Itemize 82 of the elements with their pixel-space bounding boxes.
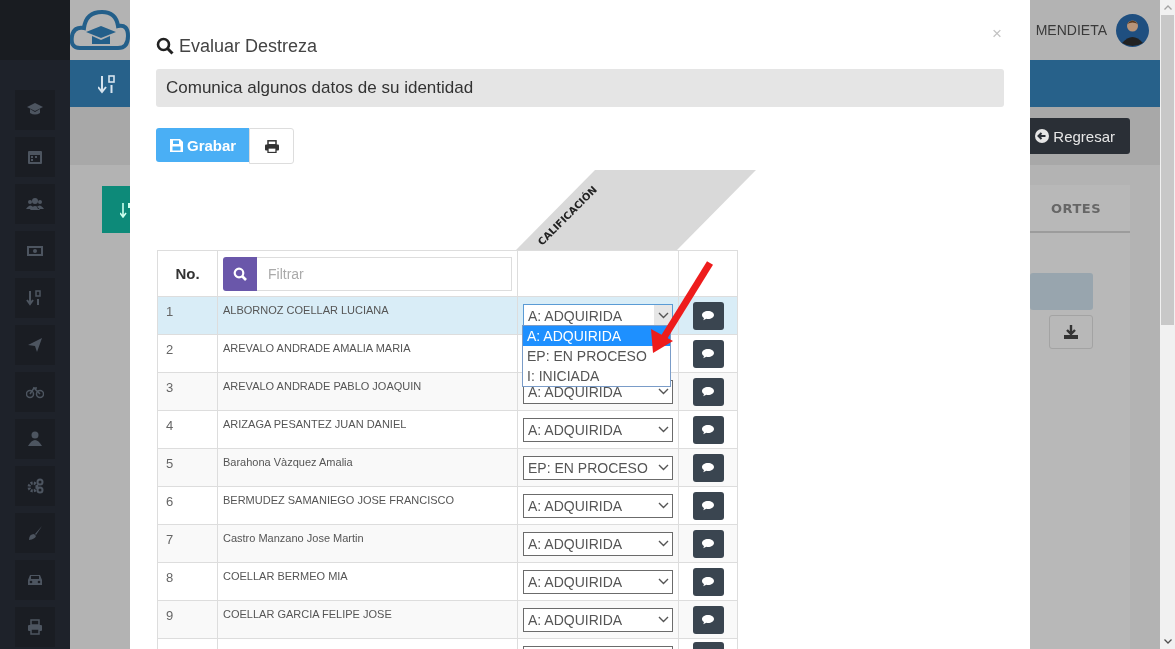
gears-icon bbox=[26, 477, 44, 495]
row-number: 6 bbox=[157, 486, 218, 525]
chevron-down-icon bbox=[657, 426, 669, 433]
speech-bubble-icon bbox=[702, 386, 714, 397]
student-name: COELLAR BERMEO MIA bbox=[217, 562, 518, 601]
grade-select[interactable]: EP: EN PROCESO bbox=[523, 455, 673, 480]
chevron-down-icon bbox=[657, 464, 669, 471]
grade-select[interactable]: A: ADQUIRIDA bbox=[523, 531, 673, 556]
search-button[interactable] bbox=[223, 256, 257, 291]
student-row[interactable]: 4 ARIZAGA PESANTEZ JUAN DANIEL A: ADQUIRIDA bbox=[157, 410, 738, 449]
chevron-down-icon bbox=[657, 502, 669, 509]
student-row[interactable]: 9 COELLAR GARCIA FELIPE JOSE A: ADQUIRIDA bbox=[157, 600, 738, 639]
avatar-icon[interactable] bbox=[1116, 13, 1149, 47]
student-name: Castro Manzano Jose Martin bbox=[217, 524, 518, 563]
print-button[interactable] bbox=[249, 128, 295, 164]
row-number: 7 bbox=[157, 524, 218, 563]
grade-select[interactable]: A: ADQUIRIDA bbox=[523, 303, 673, 328]
column-heading: No. bbox=[175, 264, 200, 282]
scrollbar-thumb[interactable] bbox=[1161, 15, 1174, 325]
chevron-down-icon bbox=[657, 616, 669, 623]
users-icon bbox=[26, 195, 44, 213]
student-row[interactable]: 7 Castro Manzano Jose Martin A: ADQUIRIDA bbox=[157, 524, 738, 563]
skill-banner: Comunica algunos datos de su identidad bbox=[156, 69, 1004, 107]
student-name: COELLAR GARCIA FELIPE JOSE bbox=[217, 600, 518, 639]
row-number: 8 bbox=[157, 562, 218, 601]
speech-bubble-icon bbox=[702, 500, 714, 511]
printer-icon bbox=[264, 139, 279, 153]
comment-button[interactable] bbox=[692, 339, 724, 368]
speech-bubble-icon bbox=[702, 424, 714, 435]
grade-select[interactable]: A: ADQUIRIDA bbox=[523, 607, 673, 632]
speech-bubble-icon bbox=[702, 310, 714, 321]
row-number: 9 bbox=[157, 600, 218, 639]
comment-button[interactable] bbox=[692, 529, 724, 558]
user-icon bbox=[26, 430, 44, 448]
speech-bubble-icon bbox=[702, 614, 714, 625]
sort-icon bbox=[120, 201, 132, 218]
grade-select[interactable]: A: ADQUIRIDA bbox=[523, 569, 673, 594]
sort-icon bbox=[26, 289, 44, 307]
row-number: 3 bbox=[157, 372, 218, 411]
comment-button[interactable] bbox=[692, 415, 724, 444]
student-name: AREVALO ANDRADE PABLO JOAQUIN bbox=[217, 372, 518, 411]
chevron-down-icon bbox=[657, 578, 669, 585]
chevron-down-icon bbox=[657, 540, 669, 547]
comment-button[interactable] bbox=[692, 605, 724, 634]
speech-bubble-icon bbox=[702, 576, 714, 587]
comment-button[interactable] bbox=[692, 567, 724, 596]
row-number: 4 bbox=[157, 410, 218, 449]
student-row[interactable]: 5 Barahona Vàzquez Amalia EP: EN PROCESO bbox=[157, 448, 738, 487]
calendar-icon bbox=[26, 148, 44, 166]
student-row[interactable]: 8 COELLAR BERMEO MIA A: ADQUIRIDA bbox=[157, 562, 738, 601]
download-icon bbox=[1064, 325, 1078, 339]
student-name: Barahona Vàzquez Amalia bbox=[217, 448, 518, 487]
filter-field[interactable]: Filtrar bbox=[257, 256, 512, 291]
student-name: AREVALO ANDRADE AMALIA MARIA bbox=[217, 334, 518, 373]
search-icon bbox=[233, 266, 247, 281]
comment-button[interactable] bbox=[692, 377, 724, 406]
comment-button[interactable] bbox=[692, 491, 724, 520]
comment-button[interactable] bbox=[692, 301, 724, 330]
chevron-down-icon bbox=[657, 388, 669, 395]
comment-button[interactable] bbox=[692, 453, 724, 482]
row-number: 5 bbox=[157, 448, 218, 487]
modal-title: Evaluar Destreza bbox=[179, 35, 318, 57]
row-number: 1 bbox=[157, 296, 218, 335]
grade-select[interactable]: A: ADQUIRIDA bbox=[523, 417, 673, 442]
grade-select[interactable]: A: ADQUIRIDA bbox=[523, 493, 673, 518]
speech-bubble-icon bbox=[702, 462, 714, 473]
sort-icon bbox=[98, 73, 116, 94]
student-name: BERMUDEZ SAMANIEGO JOSE FRANCISCO bbox=[217, 486, 518, 525]
student-name: ALBORNOZ COELLAR LUCIANA bbox=[217, 296, 518, 335]
printer-icon bbox=[26, 618, 44, 636]
speech-bubble-icon bbox=[702, 348, 714, 359]
row-number: 2 bbox=[157, 334, 218, 373]
info-banner bbox=[1030, 273, 1093, 310]
student-row[interactable]: 6 BERMUDEZ SAMANIEGO JOSE FRANCISCO A: ADQUIRIDA bbox=[157, 486, 738, 525]
search-icon bbox=[156, 37, 174, 55]
chevron-down-icon bbox=[657, 312, 669, 319]
back-arrow-icon bbox=[1035, 129, 1050, 143]
scroll-down-icon[interactable] bbox=[1163, 639, 1172, 644]
student-name: ARIZAGA PESANTEZ JUAN DANIEL bbox=[217, 410, 518, 449]
user-name: MENDIETA bbox=[1035, 22, 1107, 38]
speech-bubble-icon bbox=[702, 538, 714, 549]
paper-plane-icon bbox=[26, 336, 44, 354]
